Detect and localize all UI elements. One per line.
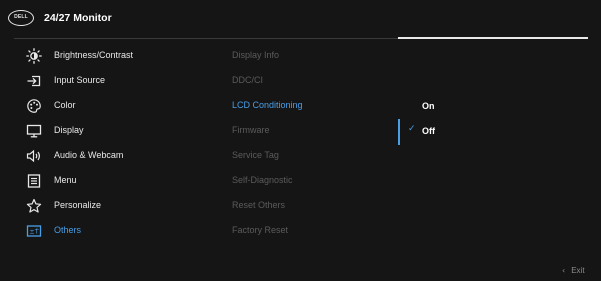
submenu-item-label: DDC/CI <box>232 75 263 85</box>
submenu-item-reset-others[interactable]: Reset Others <box>232 194 382 218</box>
svg-text:±Ť: ±Ť <box>29 227 38 236</box>
submenu-item-display-info[interactable]: Display Info <box>232 44 382 68</box>
submenu-item-firmware[interactable]: Firmware <box>232 119 382 143</box>
menu-item-label: Personalize <box>54 200 102 210</box>
exit-button[interactable]: ‹ Exit <box>562 266 585 275</box>
exit-label: Exit <box>571 266 585 275</box>
menu-item-others[interactable]: ±Ť Others <box>0 219 220 243</box>
menu-item-brightness-contrast[interactable]: Brightness/Contrast <box>0 44 220 68</box>
osd-title: 24/27 Monitor <box>44 12 112 24</box>
menu-item-label: Audio & Webcam <box>54 150 124 160</box>
submenu-item-factory-reset[interactable]: Factory Reset <box>232 219 382 243</box>
audio-icon <box>26 148 42 164</box>
dell-logo: DELL <box>8 10 34 26</box>
menu-icon <box>26 173 42 189</box>
menu-item-label: Display <box>54 125 84 135</box>
menu-item-label: Others <box>54 225 82 235</box>
menu-item-label: Brightness/Contrast <box>54 50 134 60</box>
submenu-item-service-tag[interactable]: Service Tag <box>232 144 382 168</box>
submenu-item-label: Firmware <box>232 125 270 135</box>
submenu-item-lcd-conditioning[interactable]: LCD Conditioning <box>232 94 382 118</box>
option-on[interactable]: On <box>398 94 588 118</box>
menu-item-color[interactable]: Color <box>0 94 220 118</box>
menu-item-display[interactable]: Display <box>0 119 220 143</box>
menu-item-personalize[interactable]: Personalize <box>0 194 220 218</box>
star-icon <box>26 198 42 214</box>
submenu-item-label: Factory Reset <box>232 225 289 235</box>
menu-item-label: Color <box>54 100 76 110</box>
submenu-item-label: Display Info <box>232 50 280 60</box>
others-icon: ±Ť <box>26 223 42 239</box>
menu-item-input-source[interactable]: Input Source <box>0 69 220 93</box>
options-header-line <box>398 37 588 39</box>
submenu-item-label: Self-Diagnostic <box>232 175 293 185</box>
checkmark-icon: ✓ <box>408 124 416 134</box>
submenu-item-ddc-ci[interactable]: DDC/CI <box>232 69 382 93</box>
submenu-item-label: LCD Conditioning <box>232 100 303 110</box>
monitor-osd: DELL 24/27 Monitor Brightness/Contrast I… <box>0 0 601 281</box>
osd-header: DELL 24/27 Monitor <box>0 0 601 38</box>
color-palette-icon <box>26 98 42 114</box>
submenu-item-label: Reset Others <box>232 200 286 210</box>
display-icon <box>26 123 42 139</box>
submenu-item-self-diagnostic[interactable]: Self-Diagnostic <box>232 169 382 193</box>
menu-item-audio-webcam[interactable]: Audio & Webcam <box>0 144 220 168</box>
option-label: On <box>422 101 435 111</box>
selection-indicator <box>398 119 400 145</box>
menu-item-label: Menu <box>54 175 77 185</box>
brightness-icon <box>26 48 42 64</box>
header-divider <box>14 38 401 39</box>
menu-item-label: Input Source <box>54 75 106 85</box>
input-source-icon <box>26 73 42 89</box>
option-off[interactable]: ✓ Off <box>398 119 588 145</box>
menu-item-menu[interactable]: Menu <box>0 169 220 193</box>
submenu-item-label: Service Tag <box>232 150 279 160</box>
chevron-left-icon: ‹ <box>562 266 566 275</box>
option-label: Off <box>422 126 435 136</box>
